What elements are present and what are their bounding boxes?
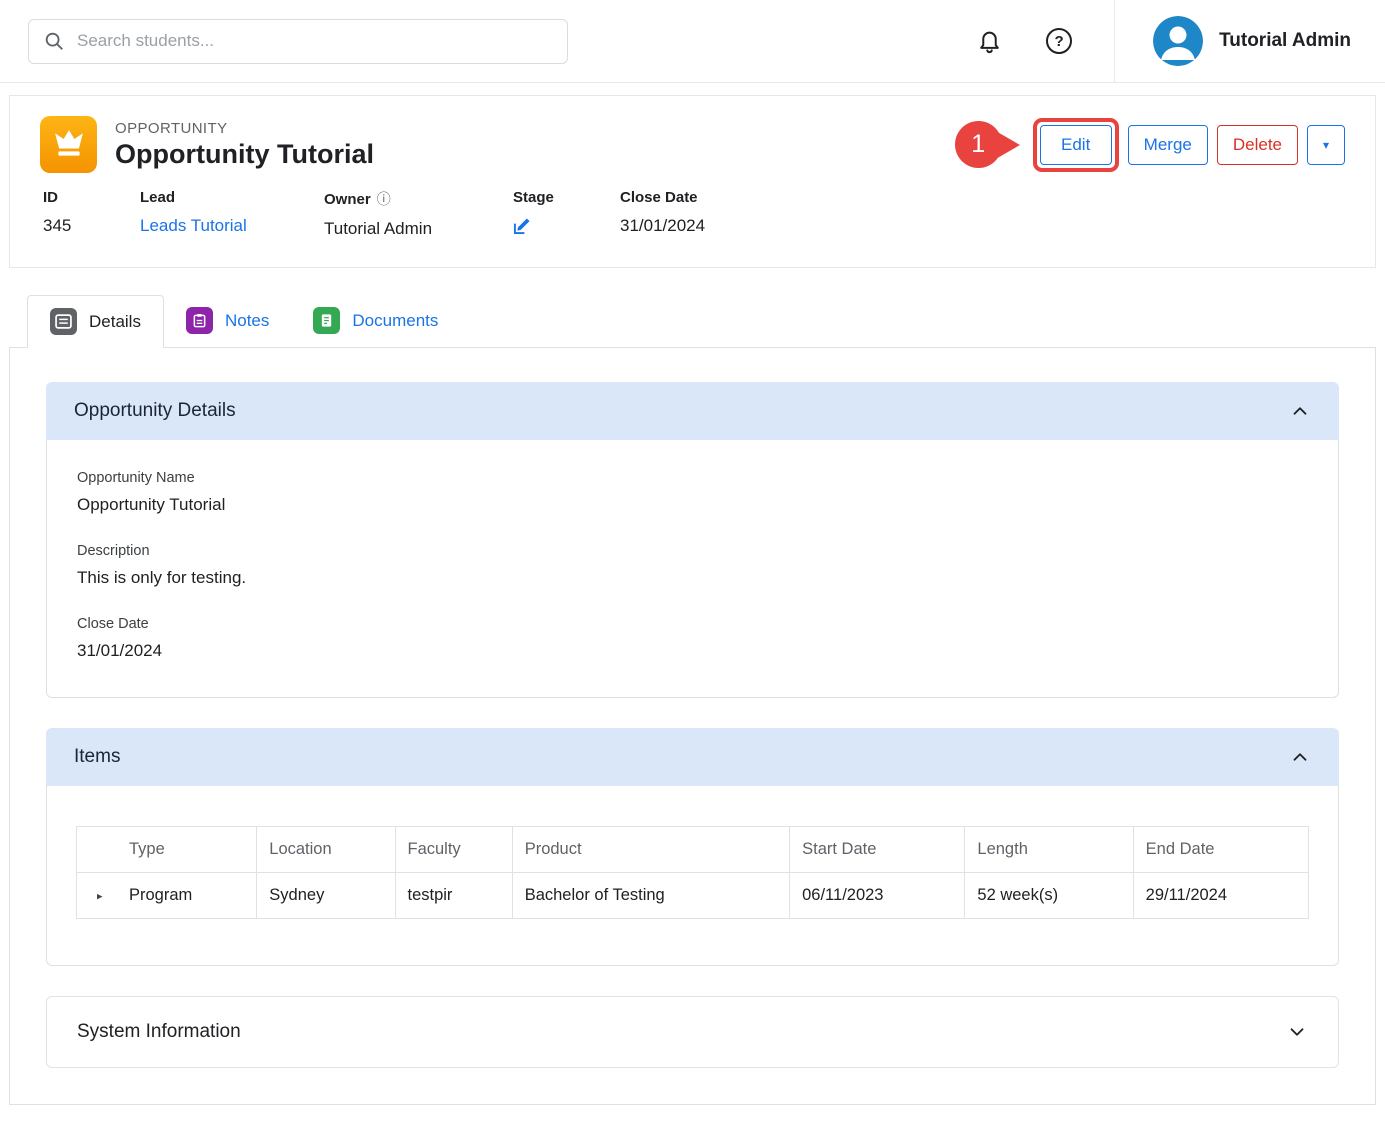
id-label: ID [43,189,140,206]
owner-label-text: Owner [324,191,371,208]
field-value: Opportunity Tutorial [77,495,1308,515]
system-information-section[interactable]: System Information [46,996,1339,1068]
notes-clipboard-icon [186,307,213,334]
lead-link[interactable]: Leads Tutorial [140,216,324,236]
cell-start-date: 06/11/2023 [790,873,965,919]
tab-details-label: Details [89,312,141,332]
close-date-value: 31/01/2024 [620,216,705,236]
page-title: Opportunity Tutorial [115,139,374,170]
entity-label: OPPORTUNITY [115,120,374,137]
user-area[interactable]: Tutorial Admin [1114,0,1385,83]
stage-label: Stage [513,189,620,206]
tab-details[interactable]: Details [27,295,164,348]
items-body: Type Location Faculty Product Start Date… [46,786,1339,966]
avatar[interactable] [1153,16,1203,66]
annotation-number: 1 [955,121,1002,168]
row-expand-icon[interactable]: ▸ [97,889,103,902]
table-row[interactable]: ▸ Program Sydney testpir Bachelor of Tes… [77,873,1309,919]
notifications-bell-icon[interactable] [977,28,1002,55]
summary-field-lead: Lead Leads Tutorial [140,189,324,239]
annotation-step-1: 1 [955,121,1020,168]
cell-type: ▸ Program [77,873,257,919]
system-information-title: System Information [77,1021,241,1043]
owner-label: Owner ⓘ [324,189,513,209]
summary-field-stage: Stage [513,189,620,239]
field-description: Description This is only for testing. [77,543,1308,588]
items-table: Type Location Faculty Product Start Date… [76,826,1309,919]
col-header-length: Length [965,827,1133,873]
summary-row: ID 345 Lead Leads Tutorial Owner ⓘ Tutor… [10,183,1375,267]
field-label: Opportunity Name [77,470,1308,486]
col-header-end-date: End Date [1133,827,1308,873]
summary-field-owner: Owner ⓘ Tutorial Admin [324,189,513,239]
record-header-text: OPPORTUNITY Opportunity Tutorial [115,120,374,170]
collapse-chevron-up-icon[interactable] [1289,400,1311,422]
opportunity-details-header[interactable]: Opportunity Details [46,382,1339,440]
more-actions-dropdown-button[interactable]: ▾ [1307,125,1345,165]
header-actions: 1 Edit Merge Delete ▾ [955,118,1345,172]
chevron-down-icon: ▾ [1323,138,1329,152]
cell-type-value: Program [129,886,192,904]
field-value: 31/01/2024 [77,641,1308,661]
opportunity-details-body: Opportunity Name Opportunity Tutorial De… [46,440,1339,698]
cell-product: Bachelor of Testing [512,873,789,919]
col-header-product: Product [512,827,789,873]
items-section: Items Type Location Faculty Prod [46,728,1339,966]
summary-field-id: ID 345 [43,189,140,239]
edit-button[interactable]: Edit [1040,125,1112,165]
edit-button-highlight: Edit [1033,118,1119,172]
stage-edit-pencil-icon[interactable] [513,216,620,235]
tab-documents[interactable]: Documents [291,294,460,347]
summary-field-close-date: Close Date 31/01/2024 [620,189,705,239]
search-box[interactable] [28,19,568,64]
owner-value: Tutorial Admin [324,219,513,239]
search-icon [43,30,65,52]
col-header-faculty: Faculty [395,827,512,873]
cell-faculty: testpir [395,873,512,919]
field-value: This is only for testing. [77,568,1308,588]
field-label: Close Date [77,616,1308,632]
col-header-location: Location [257,827,395,873]
opportunity-details-title: Opportunity Details [74,400,236,422]
details-panel: Opportunity Details Opportunity Name Opp… [9,347,1376,1105]
field-label: Description [77,543,1308,559]
topbar-icons: ? [977,28,1072,55]
record-header-row: OPPORTUNITY Opportunity Tutorial 1 Edit … [10,96,1375,183]
details-list-icon [50,308,77,335]
tab-documents-label: Documents [352,311,438,331]
id-value: 345 [43,216,140,236]
tab-notes-label: Notes [225,311,269,331]
cell-length: 52 week(s) [965,873,1133,919]
record-tabs: Details Notes Documents [27,294,1385,347]
items-header[interactable]: Items [46,728,1339,786]
collapse-chevron-up-icon[interactable] [1289,746,1311,768]
record-header-card: OPPORTUNITY Opportunity Tutorial 1 Edit … [9,95,1376,268]
search-input[interactable] [77,31,553,51]
tab-notes[interactable]: Notes [164,294,291,347]
merge-button[interactable]: Merge [1128,125,1208,165]
items-title: Items [74,746,120,768]
field-close-date: Close Date 31/01/2024 [77,616,1308,661]
help-icon[interactable]: ? [1046,28,1072,54]
field-opportunity-name: Opportunity Name Opportunity Tutorial [77,470,1308,515]
col-header-start-date: Start Date [790,827,965,873]
close-date-label: Close Date [620,189,705,206]
expand-chevron-down-icon[interactable] [1286,1021,1308,1043]
delete-button[interactable]: Delete [1217,125,1298,165]
opportunity-crown-icon [40,116,97,173]
cell-end-date: 29/11/2024 [1133,873,1308,919]
lead-label: Lead [140,189,324,206]
documents-file-icon [313,307,340,334]
opportunity-details-section: Opportunity Details Opportunity Name Opp… [46,382,1339,698]
topbar: ? Tutorial Admin [0,0,1385,83]
items-table-header-row: Type Location Faculty Product Start Date… [77,827,1309,873]
col-header-type: Type [77,827,257,873]
user-name: Tutorial Admin [1219,30,1351,52]
info-icon: ⓘ [377,189,391,209]
cell-location: Sydney [257,873,395,919]
